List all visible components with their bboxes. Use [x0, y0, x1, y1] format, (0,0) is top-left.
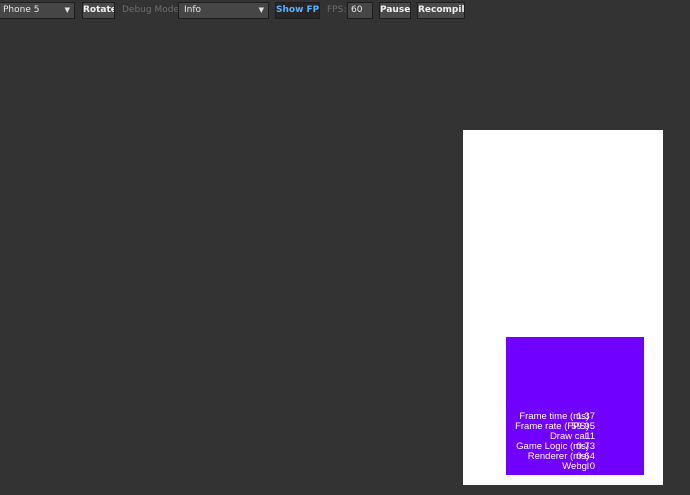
fps-label: FPS: [327, 5, 347, 15]
fps-input[interactable]: 60 [347, 2, 373, 19]
debug-mode-select-value: Info [184, 5, 202, 15]
pause-button[interactable]: Pause [379, 2, 411, 19]
toolbar: Phone 5 ▼ Rotate Debug Mode: Info ▼ Show… [0, 0, 690, 22]
chevron-down-icon: ▼ [258, 6, 264, 14]
show-fps-button[interactable]: Show FPS [275, 2, 320, 19]
rotate-button[interactable]: Rotate [82, 2, 115, 19]
stat-value: 0 [589, 461, 595, 472]
recompile-button[interactable]: Recompile [417, 2, 465, 19]
debug-mode-select[interactable]: Info ▼ [178, 2, 269, 19]
device-select[interactable]: Phone 5 ▼ [0, 2, 75, 19]
stat-row: Webgl 0 [463, 462, 663, 472]
fps-stats-overlay: Frame time (ms) 1.37 Frame rate (FPS) 59… [463, 412, 663, 472]
debug-mode-label: Debug Mode: [122, 5, 183, 15]
chevron-down-icon: ▼ [64, 6, 70, 14]
game-canvas[interactable]: Frame time (ms) 1.37 Frame rate (FPS) 59… [463, 130, 663, 485]
device-select-value: Phone 5 [3, 5, 40, 15]
